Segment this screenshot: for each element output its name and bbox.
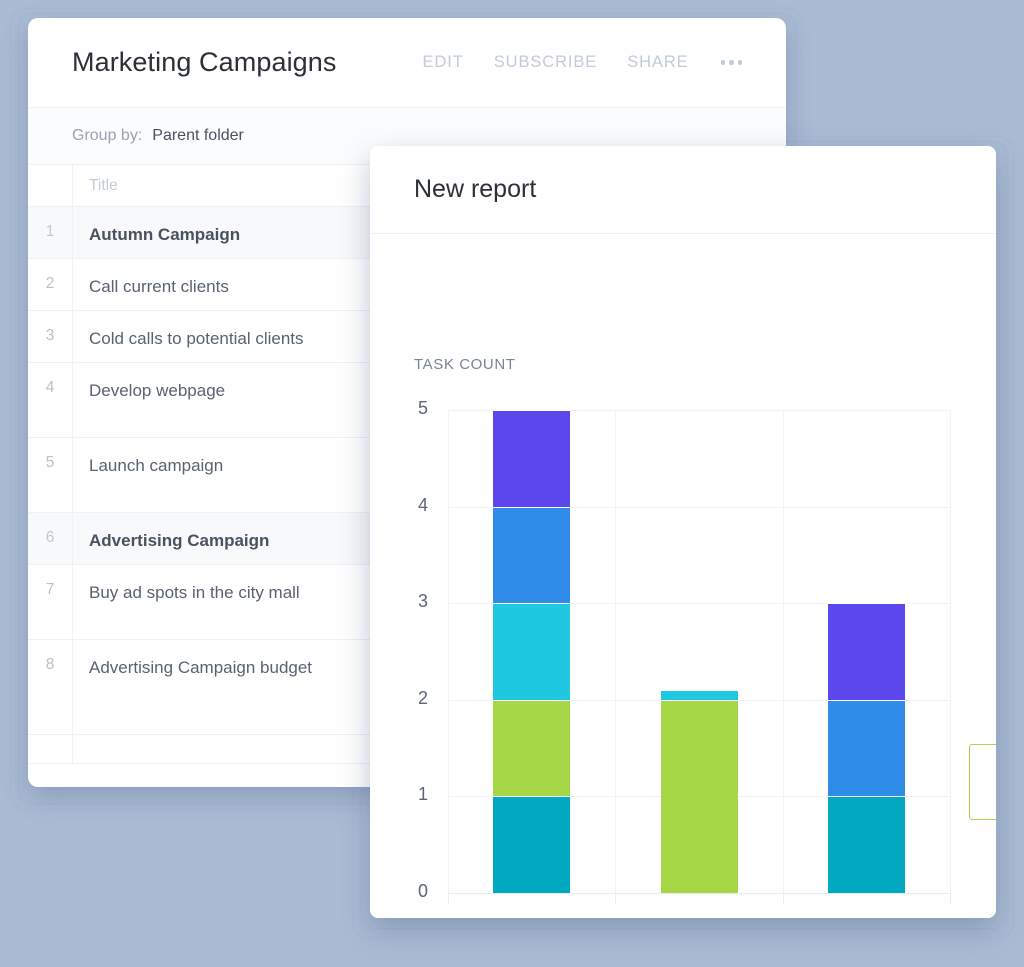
column-header-number [28, 165, 73, 207]
y-axis-tick-label: 3 [417, 591, 428, 612]
chart-tooltip: Jessica Brown Completed: 2 [969, 744, 996, 820]
bar-segment-not-started[interactable] [493, 410, 571, 507]
row-number: 8 [28, 639, 73, 735]
bar-margaret-jenninston[interactable] [827, 410, 905, 893]
row-number: 4 [28, 362, 73, 438]
header-actions: EDIT SUBSCRIBE SHARE [423, 53, 743, 72]
bar-segment-approved[interactable] [827, 796, 905, 893]
y-axis-caption: TASK COUNT [414, 356, 516, 373]
row-number: 1 [28, 206, 73, 259]
ellipsis-icon[interactable] [720, 60, 743, 65]
y-axis-tick-label: 1 [417, 784, 428, 805]
y-axis-tick-label: 2 [417, 687, 428, 708]
edit-button[interactable]: EDIT [423, 53, 464, 72]
plot-area [448, 410, 951, 894]
row-number: 7 [28, 564, 73, 640]
report-window: New report TASK COUNT 012345 Aaron David… [370, 146, 996, 918]
x-axis-tick [782, 893, 784, 904]
bar-segment-not-started[interactable] [827, 603, 905, 700]
chart-area: TASK COUNT 012345 Aaron DavidsJessica Br… [370, 234, 996, 918]
y-axis-tick-label: 4 [417, 494, 428, 515]
row-number: 6 [28, 512, 73, 565]
subscribe-button[interactable]: SUBSCRIBE [494, 53, 597, 72]
group-by-label: Group by: [72, 127, 143, 144]
row-number: 5 [28, 437, 73, 513]
y-axis-tick-label: 0 [417, 881, 428, 901]
bar-segment-in-progress[interactable] [493, 506, 571, 604]
report-title: New report [414, 175, 537, 203]
row-number: 2 [28, 258, 73, 311]
y-axis-tick-label: 5 [417, 398, 428, 418]
bar-segment-in-progress[interactable] [827, 699, 905, 797]
list-header: Marketing Campaigns EDIT SUBSCRIBE SHARE [28, 18, 786, 108]
x-axis-tick [615, 893, 617, 904]
share-button[interactable]: SHARE [627, 53, 688, 72]
bar-segment-completed[interactable] [660, 699, 738, 893]
tooltip-name: Jessica Brown [980, 758, 996, 778]
x-axis-tick [448, 893, 449, 904]
bar-segment-pending-approval[interactable] [660, 690, 738, 700]
bar-segment-approved[interactable] [493, 796, 571, 893]
bar-aaron-davids[interactable] [493, 410, 571, 893]
bar-segment-pending-approval[interactable] [493, 603, 571, 700]
report-header: New report [370, 146, 996, 234]
page-title: Marketing Campaigns [72, 47, 337, 77]
x-axis-line [448, 893, 950, 894]
bar-jessica-brown[interactable] [660, 410, 738, 893]
group-by-value[interactable]: Parent folder [152, 127, 244, 145]
row-number-empty [28, 734, 73, 764]
category-divider [448, 410, 449, 893]
category-divider [782, 410, 784, 893]
category-divider [950, 410, 951, 893]
row-number: 3 [28, 310, 73, 363]
x-axis-tick [950, 893, 951, 904]
category-divider [615, 410, 617, 893]
bar-segment-completed[interactable] [493, 699, 571, 797]
tooltip-value: Completed: 2 [980, 785, 996, 805]
